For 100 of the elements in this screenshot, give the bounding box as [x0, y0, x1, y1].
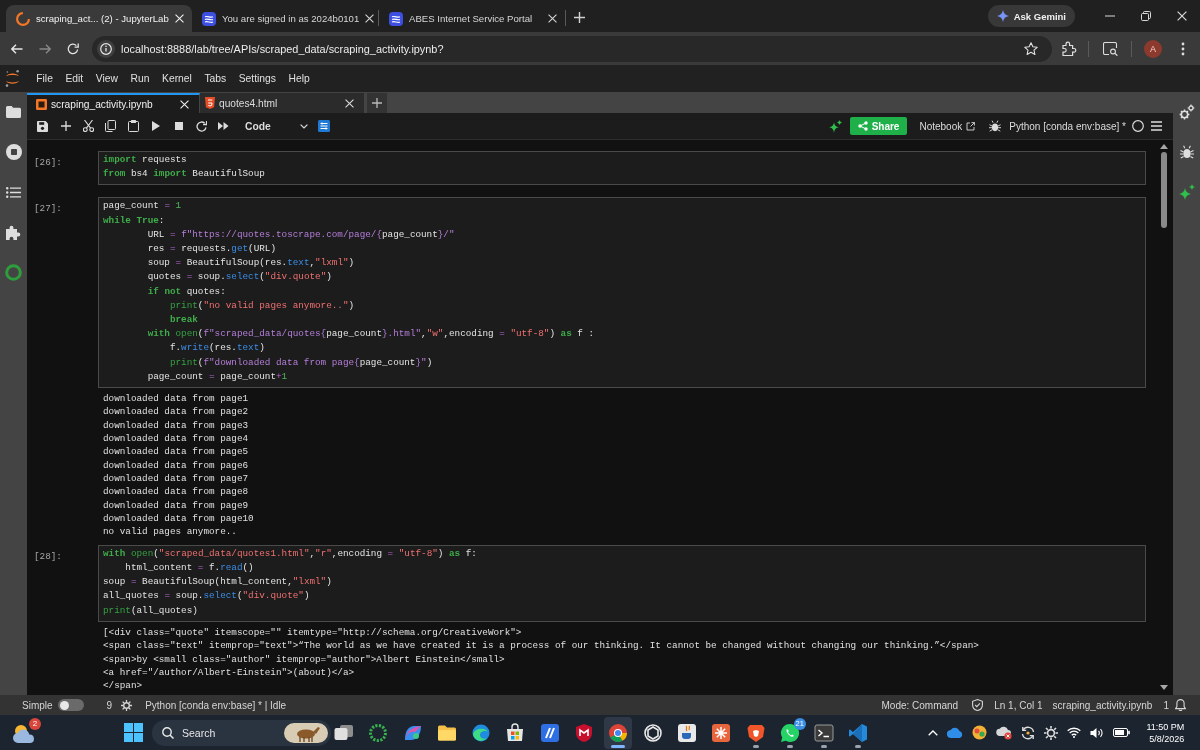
- address-field[interactable]: localhost:8888/lab/tree/APIs/scraped_data/scraping_activity.ipynb?: [92, 35, 1052, 62]
- execution-count: [27]:: [34, 202, 63, 215]
- bell-icon[interactable]: [1175, 699, 1186, 711]
- menu-item[interactable]: Settings: [232, 73, 283, 84]
- sparkle-icon[interactable]: [1178, 184, 1195, 200]
- sparkle-icon[interactable]: [828, 119, 842, 133]
- document-tab[interactable]: scraping_activity.ipynb: [27, 93, 200, 113]
- code-line: soup = BeautifulSoup(html_content,"lxml"): [103, 575, 333, 590]
- starburst-icon: [711, 722, 732, 743]
- close-icon[interactable]: [548, 14, 557, 23]
- menu-item[interactable]: Run: [124, 73, 156, 84]
- close-icon[interactable]: [365, 14, 375, 23]
- stop-icon[interactable]: [174, 122, 183, 130]
- caret-up-icon[interactable]: [928, 729, 939, 736]
- scrollbar-thumb[interactable]: [1161, 152, 1167, 228]
- restart-icon[interactable]: [195, 120, 207, 132]
- code-editor[interactable]: with open("scraped_data/quotes1.html","r",encoding = "utf-8") as f: html_content = f.read() soup = BeautifulSoup(html_content,"lxml") all_quotes = soup.select("div.quote") print(all_quotes): [98, 544, 1146, 622]
- toggle-switch[interactable]: [57, 699, 84, 711]
- wifi-icon[interactable]: [1067, 727, 1082, 738]
- search-box[interactable]: Search: [152, 719, 331, 746]
- shield-icon: [574, 722, 595, 743]
- restore-icon[interactable]: [1141, 11, 1151, 21]
- output-line: downloaded data from page2: [103, 405, 250, 419]
- output-line: <span>by <small class="author" itemprop="author">Albert Einstein</small>: [103, 652, 506, 666]
- avatar-button[interactable]: A: [1144, 39, 1162, 58]
- cut-icon[interactable]: [82, 120, 94, 132]
- document-tab[interactable]: quotes4.html: [200, 93, 365, 113]
- browser-tab[interactable]: scraping_act... (2) - JupyterLab: [6, 5, 192, 32]
- menu-item[interactable]: Help: [282, 73, 317, 84]
- menu-item[interactable]: View: [89, 73, 125, 84]
- notification-count[interactable]: 1: [1163, 699, 1169, 711]
- taskbar-button[interactable]: [604, 716, 633, 749]
- stop-circle-icon[interactable]: [5, 144, 22, 160]
- save-icon[interactable]: [37, 120, 49, 132]
- grid-squares-icon[interactable]: [124, 723, 143, 742]
- cursor-position[interactable]: Ln 1, Col 1: [994, 699, 1043, 711]
- gear-icon[interactable]: [121, 699, 133, 711]
- menu-item[interactable]: File: [30, 73, 60, 84]
- volume-icon[interactable]: [1090, 726, 1105, 739]
- cloud-icon[interactable]: [947, 727, 964, 738]
- html-file-icon: [205, 97, 215, 109]
- play-icon[interactable]: [151, 121, 160, 131]
- close-icon[interactable]: [1177, 11, 1187, 21]
- plus-icon[interactable]: [574, 12, 585, 23]
- clock[interactable]: 11:50 PM 5/8/2026: [1146, 720, 1185, 745]
- fast-forward-icon[interactable]: [218, 122, 230, 130]
- striped-logo-icon: [202, 11, 216, 26]
- share-icon: [857, 121, 868, 131]
- list-icon[interactable]: [6, 186, 21, 198]
- cell-type-dropdown[interactable]: Code: [237, 116, 313, 136]
- notebook-link[interactable]: Notebook: [919, 120, 976, 132]
- puzzle-icon[interactable]: [6, 224, 21, 240]
- ask-gemini-button[interactable]: Ask Gemini: [987, 5, 1075, 27]
- shield-check-icon[interactable]: [972, 699, 984, 711]
- bug-icon[interactable]: [989, 120, 1002, 132]
- gears-icon[interactable]: [1178, 104, 1195, 120]
- kernel-count[interactable]: 9: [106, 699, 113, 711]
- app-logo-icon[interactable]: [5, 70, 20, 87]
- ring-icon[interactable]: [5, 263, 22, 281]
- list-tile-icon[interactable]: [318, 120, 331, 132]
- gear-icon[interactable]: [1044, 725, 1059, 740]
- menu-item[interactable]: Edit: [59, 73, 90, 84]
- code-line: f.write(res.text): [168, 341, 266, 356]
- output-line: downloaded data from page10: [103, 512, 255, 526]
- browser-tab[interactable]: You are signed in as 2024b0101: [192, 5, 378, 32]
- code-editor[interactable]: import requests from bs4 import BeautifulSoup: [98, 151, 1146, 186]
- copy-icon[interactable]: [105, 120, 117, 132]
- plus-icon[interactable]: [60, 121, 71, 131]
- star-icon[interactable]: [1024, 41, 1038, 56]
- menu-item[interactable]: Kernel: [155, 73, 199, 84]
- bug-icon[interactable]: [1179, 145, 1194, 159]
- search-input[interactable]: Search: [182, 724, 276, 741]
- menu-item[interactable]: Tabs: [198, 73, 233, 84]
- back-icon[interactable]: [11, 43, 23, 54]
- scroll-up-icon[interactable]: [1160, 144, 1168, 149]
- search-icon: [162, 726, 174, 739]
- output-line: [<div class="quote" itemscope="" itemtype="http://schema.org/CreativeWork">: [103, 625, 523, 640]
- scroll-down-icon[interactable]: [1160, 685, 1168, 690]
- output-line: downloaded data from page1: [103, 392, 250, 406]
- folder-icon[interactable]: [6, 106, 21, 118]
- code-editor[interactable]: [98, 197, 1146, 389]
- cloud-error-icon[interactable]: [996, 725, 1013, 740]
- battery-icon[interactable]: [1113, 728, 1131, 737]
- circle-dots-icon[interactable]: [972, 725, 988, 740]
- paste-icon[interactable]: [127, 120, 139, 132]
- kernel-selector[interactable]: Python [conda env:base] *: [1009, 120, 1126, 132]
- more-icon[interactable]: [1181, 41, 1185, 56]
- mode-status[interactable]: Mode: Command: [881, 699, 959, 711]
- puzzle-icon[interactable]: [1062, 41, 1077, 56]
- output-line: downloaded data from page3: [103, 418, 250, 433]
- sync-icon[interactable]: [1021, 725, 1036, 740]
- menu-icon[interactable]: [1151, 121, 1162, 131]
- shield-logo-icon: [745, 722, 766, 743]
- close-icon[interactable]: [345, 98, 354, 108]
- plus-icon[interactable]: [372, 98, 382, 108]
- kernel-status[interactable]: Python [conda env:base] * | Idle: [145, 699, 287, 711]
- reload-icon[interactable]: [67, 42, 79, 55]
- browser-tab[interactable]: ABES Internet Service Portal: [379, 5, 565, 32]
- info-icon[interactable]: [97, 39, 115, 58]
- tab-search-icon[interactable]: [1103, 41, 1118, 56]
